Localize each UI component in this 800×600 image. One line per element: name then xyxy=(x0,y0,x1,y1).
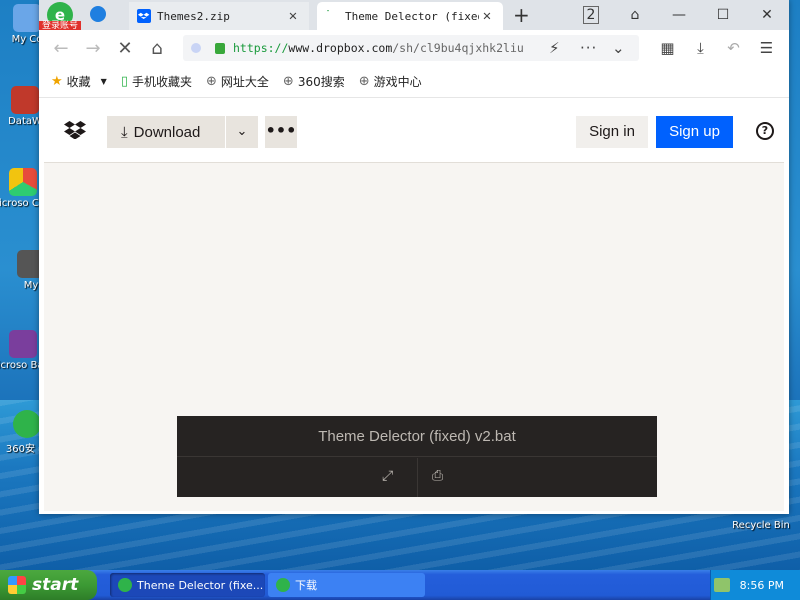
undo-icon[interactable]: ↶ xyxy=(717,39,750,57)
star-icon: ★ xyxy=(51,74,63,89)
desktop-icon-label: Recycle Bin xyxy=(732,520,790,531)
bookmark-label: 360搜索 xyxy=(297,75,345,89)
window-count: 2 xyxy=(582,6,600,24)
print-icon[interactable]: ⎙ xyxy=(432,468,443,484)
download-arrow-icon: ⤓ xyxy=(121,123,128,141)
start-button[interactable]: start xyxy=(0,570,97,600)
more-url-options-icon[interactable]: ··· xyxy=(580,35,597,61)
help-icon[interactable]: ? xyxy=(756,122,774,140)
browser-icon xyxy=(276,578,290,592)
stop-loading-button[interactable]: ✕ xyxy=(109,38,141,59)
browser-window: e 登录账号 Themes2.zip ✕ ˑ Theme Delector (f… xyxy=(39,0,789,514)
globe-icon: ⊕ xyxy=(358,74,370,89)
apps-grid-icon[interactable]: ▦ xyxy=(651,39,684,57)
taskbar-item-download[interactable]: 下载 xyxy=(268,573,425,597)
start-label: start xyxy=(32,575,79,595)
bookmark-label: 收藏 xyxy=(66,75,91,89)
bookmark-sites[interactable]: ⊕ 网址大全 xyxy=(206,73,269,90)
toolbar-divider xyxy=(417,458,418,497)
loading-icon: ˑ xyxy=(325,7,332,18)
globe-icon: ⊕ xyxy=(282,74,294,89)
tab-themes-zip[interactable]: Themes2.zip ✕ xyxy=(129,2,309,30)
bookmark-games[interactable]: ⊕ 游戏中心 xyxy=(359,73,422,90)
url-path: /sh/cl9bu4qjxhk2liu xyxy=(392,41,524,55)
taskbar-item-theme-delector[interactable]: Theme Delector (fixe... xyxy=(110,573,265,597)
shortcut-icon xyxy=(11,86,39,114)
shirt-icon[interactable]: ⌂ xyxy=(613,7,657,23)
tab-label: Themes2.zip xyxy=(157,9,230,23)
bookmark-label: 手机收藏夹 xyxy=(131,75,192,89)
taskbar: start Theme Delector (fixe... 下载 8:56 PM xyxy=(0,570,800,600)
window-controls: 2 ⌂ — ☐ ✕ xyxy=(569,0,789,30)
tab-label: Theme Delector (fixed xyxy=(345,9,479,23)
system-tray: 8:56 PM xyxy=(710,570,800,600)
tab-bar: e 登录账号 Themes2.zip ✕ ˑ Theme Delector (f… xyxy=(39,0,789,32)
back-button[interactable]: ← xyxy=(45,38,77,59)
globe-icon: ⊕ xyxy=(206,74,217,89)
download-button[interactable]: ⤓ Download xyxy=(107,116,225,148)
close-window-button[interactable]: ✕ xyxy=(745,7,789,23)
phone-icon: ▯ xyxy=(120,74,128,89)
url-scheme: https:// xyxy=(233,41,289,55)
lightning-icon[interactable]: ⚡ xyxy=(549,35,560,61)
windows-flag-icon xyxy=(8,576,26,594)
taskbar-item-label: Theme Delector (fixe... xyxy=(137,578,264,592)
computer-icon xyxy=(13,4,41,32)
chevron-down-icon[interactable]: ⌄ xyxy=(612,35,625,61)
tab-close-icon[interactable]: ✕ xyxy=(285,8,301,24)
home-button[interactable]: ⌂ xyxy=(141,38,173,59)
fullscreen-icon[interactable]: ⤢ xyxy=(382,468,393,484)
bookmark-360-search[interactable]: ⊕ 360搜索 xyxy=(283,73,345,90)
download-label: Download xyxy=(133,123,201,141)
network-icon[interactable] xyxy=(713,578,730,592)
window-count-badge[interactable]: 2 xyxy=(569,6,613,24)
bookmark-label: 网址大全 xyxy=(220,75,269,89)
maximize-button[interactable]: ☐ xyxy=(701,7,745,23)
minimize-button[interactable]: — xyxy=(657,7,701,23)
bookmarks-bar: ★ 收藏 ▼ ▯ 手机收藏夹 ⊕ 网址大全 ⊕ 360搜索 ⊕ 游戏中心 xyxy=(39,66,789,98)
more-options-button[interactable]: ••• xyxy=(265,116,297,148)
sign-in-button[interactable]: Sign in xyxy=(576,116,648,148)
new-tab-button[interactable]: + xyxy=(513,3,530,27)
send-icon[interactable] xyxy=(90,6,106,22)
shortcut-icon xyxy=(9,330,37,358)
lock-icon xyxy=(215,42,225,54)
dropbox-page: ⤓ Download ⌄ ••• Sign in Sign up ? Theme… xyxy=(44,99,784,511)
shortcut-icon xyxy=(13,410,41,438)
taskbar-item-label: 下载 xyxy=(295,579,317,592)
tab-theme-delector[interactable]: ˑ Theme Delector (fixed ✕ xyxy=(317,2,503,30)
caret-down-icon[interactable]: ▼ xyxy=(101,77,107,86)
site-info-icon[interactable] xyxy=(191,43,201,53)
download-options-chevron-icon[interactable]: ⌄ xyxy=(226,116,258,148)
dropbox-header: ⤓ Download ⌄ ••• Sign in Sign up ? xyxy=(44,99,784,163)
tab-close-icon[interactable]: ✕ xyxy=(479,8,495,24)
bookmark-label: 游戏中心 xyxy=(373,75,422,89)
bookmark-favorites[interactable]: ★ 收藏 ▼ xyxy=(51,73,107,90)
clock[interactable]: 8:56 PM xyxy=(740,579,784,592)
sign-up-button[interactable]: Sign up xyxy=(656,116,733,148)
bookmark-mobile[interactable]: ▯ 手机收藏夹 xyxy=(121,73,192,90)
menu-icon[interactable]: ☰ xyxy=(750,39,783,57)
dropbox-icon xyxy=(137,9,151,23)
toolbar-right: ▦ ⤓ ↶ ☰ xyxy=(651,30,783,66)
download-icon[interactable]: ⤓ xyxy=(684,39,717,57)
browser-icon xyxy=(118,578,132,592)
forward-button[interactable]: → xyxy=(77,38,109,59)
file-preview-card: Theme Delector (fixed) v2.bat ⤢ ⎙ xyxy=(177,416,657,497)
address-bar[interactable]: https:// www.dropbox.com /sh/cl9bu4qjxhk… xyxy=(183,35,639,61)
shortcut-icon xyxy=(9,168,37,196)
dropbox-logo-icon[interactable] xyxy=(64,121,86,139)
file-name: Theme Delector (fixed) v2.bat xyxy=(177,416,657,457)
url-host: www.dropbox.com xyxy=(288,41,393,55)
